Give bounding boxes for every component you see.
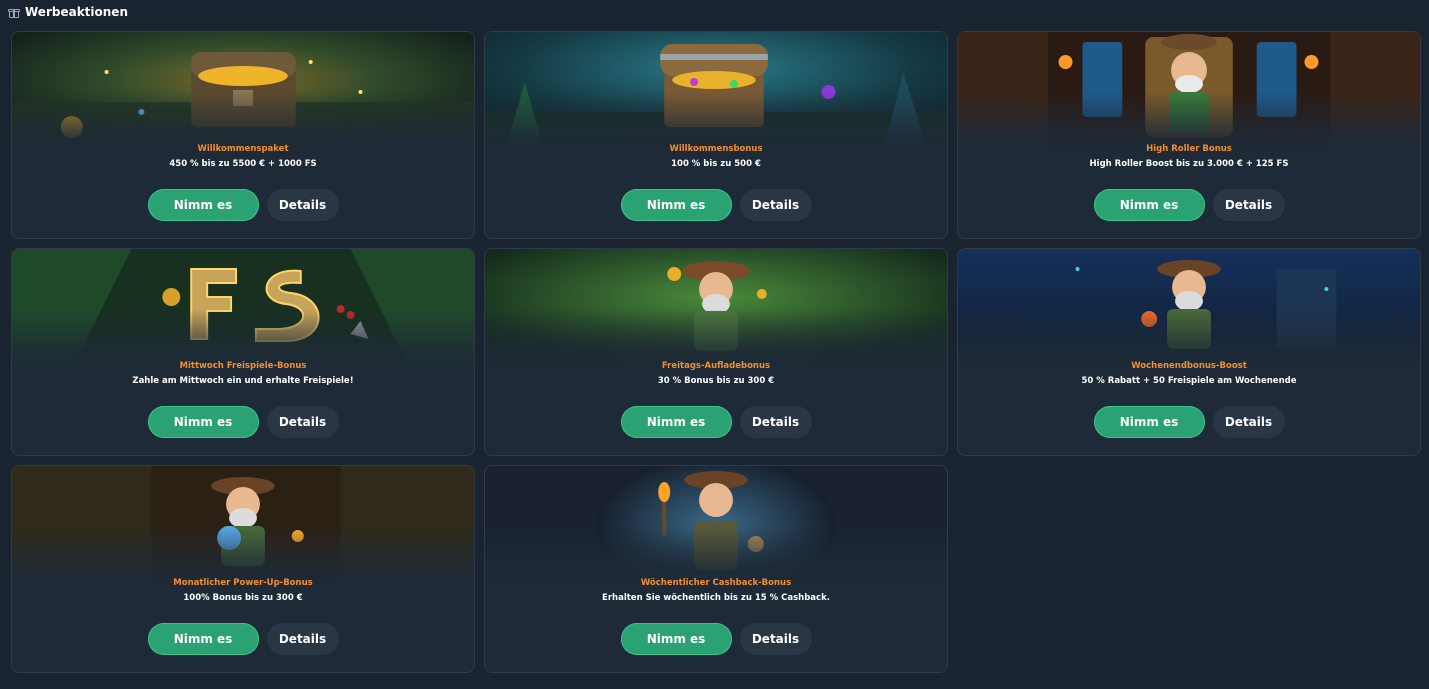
take-bonus-button[interactable]: Nimm es: [147, 406, 259, 438]
take-bonus-button[interactable]: Nimm es: [1093, 189, 1205, 221]
details-button[interactable]: Details: [739, 189, 812, 221]
promo-title: Mittwoch Freispiele-Bonus: [179, 361, 307, 371]
details-button[interactable]: Details: [266, 189, 339, 221]
promo-description: High Roller Boost bis zu 3.000 € + 125 F…: [1089, 159, 1289, 169]
promo-card: Mittwoch Freispiele-Bonus Zahle am Mittw…: [11, 248, 475, 456]
promo-description: Zahle am Mittwoch ein und erhalte Freisp…: [132, 376, 354, 386]
promo-description: 50 % Rabatt + 50 Freispiele am Wochenend…: [1081, 376, 1297, 386]
take-bonus-button[interactable]: Nimm es: [620, 189, 732, 221]
promo-title: Willkommenspaket: [197, 144, 289, 154]
promo-title: Freitags-Aufladebonus: [661, 361, 771, 371]
section-title: Werbeaktionen: [25, 5, 128, 19]
promo-card: Willkommensbonus 100 % bis zu 500 € Nimm…: [484, 31, 948, 239]
take-bonus-button[interactable]: Nimm es: [147, 623, 259, 655]
promo-card: Monatlicher Power-Up-Bonus 100% Bonus bi…: [11, 465, 475, 673]
take-bonus-button[interactable]: Nimm es: [620, 623, 732, 655]
details-button[interactable]: Details: [739, 406, 812, 438]
promo-description: Erhalten Sie wöchentlich bis zu 15 % Cas…: [602, 593, 830, 603]
promo-description: 450 % bis zu 5500 € + 1000 FS: [169, 159, 317, 169]
promotions-grid: Willkommenspaket 450 % bis zu 5500 € + 1…: [11, 31, 1421, 673]
promo-title: Wöchentlicher Cashback-Bonus: [640, 578, 792, 588]
details-button[interactable]: Details: [266, 406, 339, 438]
promo-card: High Roller Bonus High Roller Boost bis …: [957, 31, 1421, 239]
gift-icon: [8, 7, 20, 18]
promo-description: 100% Bonus bis zu 300 €: [183, 593, 303, 603]
promo-title: Wochenendbonus-Boost: [1131, 361, 1247, 371]
section-header: Werbeaktionen: [8, 3, 128, 21]
promo-card: Freitags-Aufladebonus 30 % Bonus bis zu …: [484, 248, 948, 456]
promo-card: Wochenendbonus-Boost 50 % Rabatt + 50 Fr…: [957, 248, 1421, 456]
promo-card: Willkommenspaket 450 % bis zu 5500 € + 1…: [11, 31, 475, 239]
promo-title: High Roller Bonus: [1146, 144, 1232, 154]
details-button[interactable]: Details: [739, 623, 812, 655]
promo-title: Monatlicher Power-Up-Bonus: [173, 578, 313, 588]
take-bonus-button[interactable]: Nimm es: [147, 189, 259, 221]
promo-card: Wöchentlicher Cashback-Bonus Erhalten Si…: [484, 465, 948, 673]
details-button[interactable]: Details: [1212, 406, 1285, 438]
promo-description: 100 % bis zu 500 €: [671, 159, 761, 169]
take-bonus-button[interactable]: Nimm es: [1093, 406, 1205, 438]
take-bonus-button[interactable]: Nimm es: [620, 406, 732, 438]
promo-description: 30 % Bonus bis zu 300 €: [657, 376, 775, 386]
promo-title: Willkommensbonus: [669, 144, 763, 154]
details-button[interactable]: Details: [266, 623, 339, 655]
details-button[interactable]: Details: [1212, 189, 1285, 221]
